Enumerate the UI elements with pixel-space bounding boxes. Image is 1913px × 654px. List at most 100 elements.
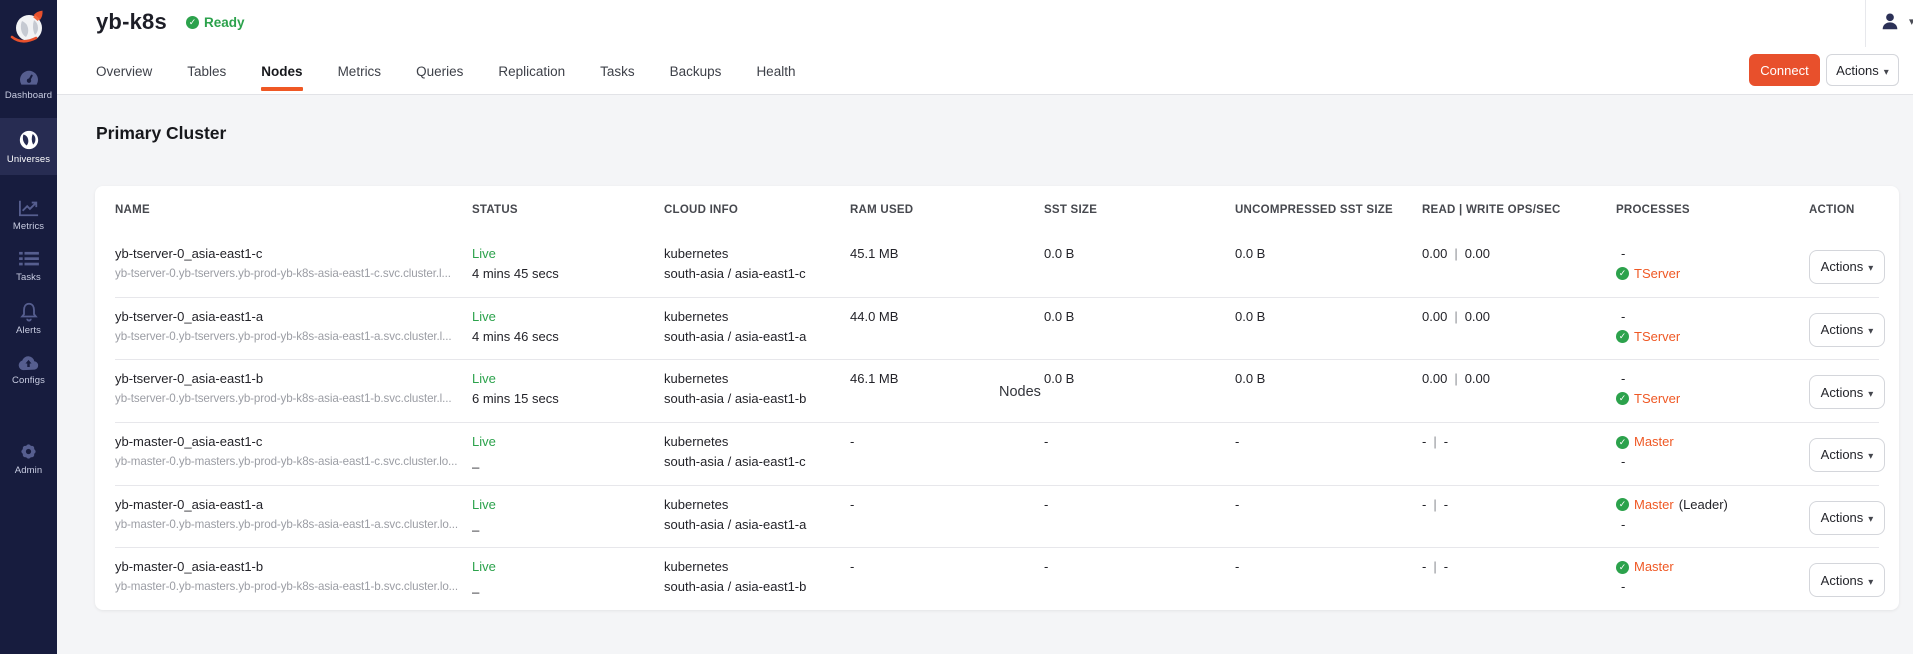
processes-cell: ✓ Master (Leader) ✓ - <box>1616 485 1809 548</box>
ram-used-cell: - <box>850 547 1044 610</box>
name-cell: yb-tserver-0_asia-east1-a yb-tserver-0.y… <box>115 297 472 360</box>
process-line: ✓ - <box>1616 370 1809 388</box>
process-link[interactable]: Master <box>1634 433 1674 451</box>
table-row: yb-master-0_asia-east1-a yb-master-0.yb-… <box>95 485 1899 548</box>
node-status: Live <box>472 433 664 451</box>
cloud-info-cell: kubernetes south-asia / asia-east1-a <box>664 297 850 360</box>
process-link[interactable]: Master <box>1634 558 1674 576</box>
sst-size-value: 0.0 B <box>1044 245 1235 263</box>
name-cell: yb-tserver-0_asia-east1-c yb-tserver-0.y… <box>115 234 472 297</box>
tab-tasks[interactable]: Tasks <box>600 47 635 95</box>
process-line: ✓ - <box>1616 245 1809 263</box>
universe-actions-button[interactable]: Actions▾ <box>1826 54 1899 86</box>
node-uptime: 4 mins 45 secs <box>472 265 664 282</box>
processes-cell: ✓ - ✓ TServer <box>1616 359 1809 422</box>
process-link[interactable]: Master <box>1634 496 1674 514</box>
cloud-provider: kubernetes <box>664 370 850 388</box>
row-actions-button[interactable]: Actions▾ <box>1809 313 1885 347</box>
processes-cell: ✓ Master ✓ - <box>1616 547 1809 610</box>
tab-replication[interactable]: Replication <box>498 47 565 95</box>
read-write-ops-value: -|- <box>1422 496 1616 514</box>
ram-used-value: - <box>850 558 1044 576</box>
chevron-down-icon: ▾ <box>1868 577 1873 588</box>
sidebar-item-label: Universes <box>7 154 50 165</box>
process-line: ✓ - <box>1616 453 1809 470</box>
pipe-separator: | <box>1454 309 1457 324</box>
node-name-link[interactable]: yb-master-0_asia-east1-c <box>115 433 472 451</box>
process-link[interactable]: TServer <box>1634 265 1680 282</box>
dashboard-icon <box>18 69 40 87</box>
process-line: ✓ Master <box>1616 433 1809 451</box>
node-name-link[interactable]: yb-tserver-0_asia-east1-c <box>115 245 472 263</box>
check-circle-icon: ✓ <box>1616 330 1629 343</box>
action-cell: Actions▾ <box>1809 422 1885 485</box>
node-address: yb-master-0.yb-masters.yb-prod-yb-k8s-as… <box>115 578 472 595</box>
chevron-down-icon: ▾ <box>1868 263 1873 274</box>
chevron-down-icon: ▾ <box>1868 326 1873 337</box>
row-actions-button[interactable]: Actions▾ <box>1809 563 1885 597</box>
title-bar: yb-k8s ✓ Ready ▾ <box>57 0 1913 47</box>
tab-metrics[interactable]: Metrics <box>338 47 382 95</box>
sst-size-value: 0.0 B <box>1044 370 1235 388</box>
read-write-ops-value: -|- <box>1422 558 1616 576</box>
check-circle-icon: ✓ <box>1616 561 1629 574</box>
uncompressed-sst-size-value: - <box>1235 496 1422 514</box>
col-header-cloud-info: CLOUD INFO <box>664 204 850 216</box>
node-address: yb-tserver-0.yb-tservers.yb-prod-yb-k8s-… <box>115 265 472 282</box>
sidebar-item-universes[interactable]: Universes <box>0 118 57 175</box>
user-icon <box>1879 10 1901 32</box>
chevron-down-icon: ▾ <box>1868 514 1873 525</box>
uncompressed-sst-size-cell: - <box>1235 485 1422 548</box>
admin-icon <box>18 441 39 462</box>
node-name-link[interactable]: yb-master-0_asia-east1-a <box>115 496 472 514</box>
table-header-row: NAME STATUS CLOUD INFO RAM USED SST SIZE… <box>95 186 1899 234</box>
tab-overview[interactable]: Overview <box>96 47 152 95</box>
row-actions-button[interactable]: Actions▾ <box>1809 438 1885 472</box>
tab-queries[interactable]: Queries <box>416 47 463 95</box>
process-line: ✓ - <box>1616 516 1809 533</box>
row-actions-button[interactable]: Actions▾ <box>1809 501 1885 535</box>
ram-used-cell: 45.1 MB <box>850 234 1044 297</box>
tab-tables[interactable]: Tables <box>187 47 226 95</box>
process-line: ✓ - <box>1616 308 1809 326</box>
yugabyte-logo[interactable] <box>0 0 57 56</box>
sidebar-item-tasks[interactable]: Tasks <box>0 242 57 292</box>
action-cell: Actions▾ <box>1809 359 1885 422</box>
col-header-processes: PROCESSES <box>1616 204 1809 216</box>
sidebar-item-metrics[interactable]: Metrics <box>0 190 57 240</box>
name-cell: yb-master-0_asia-east1-a yb-master-0.yb-… <box>115 485 472 548</box>
sidebar-item-configs[interactable]: Configs <box>0 345 57 395</box>
uncompressed-sst-size-value: 0.0 B <box>1235 308 1422 326</box>
uncompressed-sst-size-value: 0.0 B <box>1235 370 1422 388</box>
node-status: Live <box>472 558 664 576</box>
cloud-info-cell: kubernetes south-asia / asia-east1-b <box>664 547 850 610</box>
sidebar-item-dashboard[interactable]: Dashboard <box>0 60 57 110</box>
uncompressed-sst-size-value: - <box>1235 558 1422 576</box>
ram-used-value: - <box>850 433 1044 451</box>
row-actions-button[interactable]: Actions▾ <box>1809 375 1885 409</box>
universe-title: yb-k8s <box>96 9 167 35</box>
user-menu[interactable]: ▾ <box>1879 10 1913 32</box>
uncompressed-sst-size-cell: 0.0 B <box>1235 359 1422 422</box>
node-name-link[interactable]: yb-tserver-0_asia-east1-b <box>115 370 472 388</box>
process-link[interactable]: TServer <box>1634 328 1680 345</box>
tab-backups[interactable]: Backups <box>670 47 722 95</box>
node-name-link[interactable]: yb-tserver-0_asia-east1-a <box>115 308 472 326</box>
read-write-ops-value: 0.00|0.00 <box>1422 245 1616 263</box>
tab-health[interactable]: Health <box>756 47 795 95</box>
row-actions-button[interactable]: Actions▾ <box>1809 250 1885 284</box>
process-link[interactable]: TServer <box>1634 390 1680 407</box>
sidebar-item-label: Tasks <box>16 272 41 283</box>
col-header-read-write-ops: READ | WRITE OPS/SEC <box>1422 204 1616 216</box>
process-placeholder: - <box>1621 516 1625 533</box>
node-name-link[interactable]: yb-master-0_asia-east1-b <box>115 558 472 576</box>
cloud-provider: kubernetes <box>664 308 850 326</box>
section-title: Primary Cluster <box>96 123 226 144</box>
connect-button[interactable]: Connect <box>1749 54 1820 86</box>
tab-nodes[interactable]: Nodes <box>261 47 302 95</box>
sidebar-item-alerts[interactable]: Alerts <box>0 293 57 343</box>
node-uptime: _ <box>472 578 664 595</box>
sidebar-item-admin[interactable]: Admin <box>0 433 57 483</box>
sst-size-value: 0.0 B <box>1044 308 1235 326</box>
sst-size-cell: 0.0 B <box>1044 297 1235 360</box>
